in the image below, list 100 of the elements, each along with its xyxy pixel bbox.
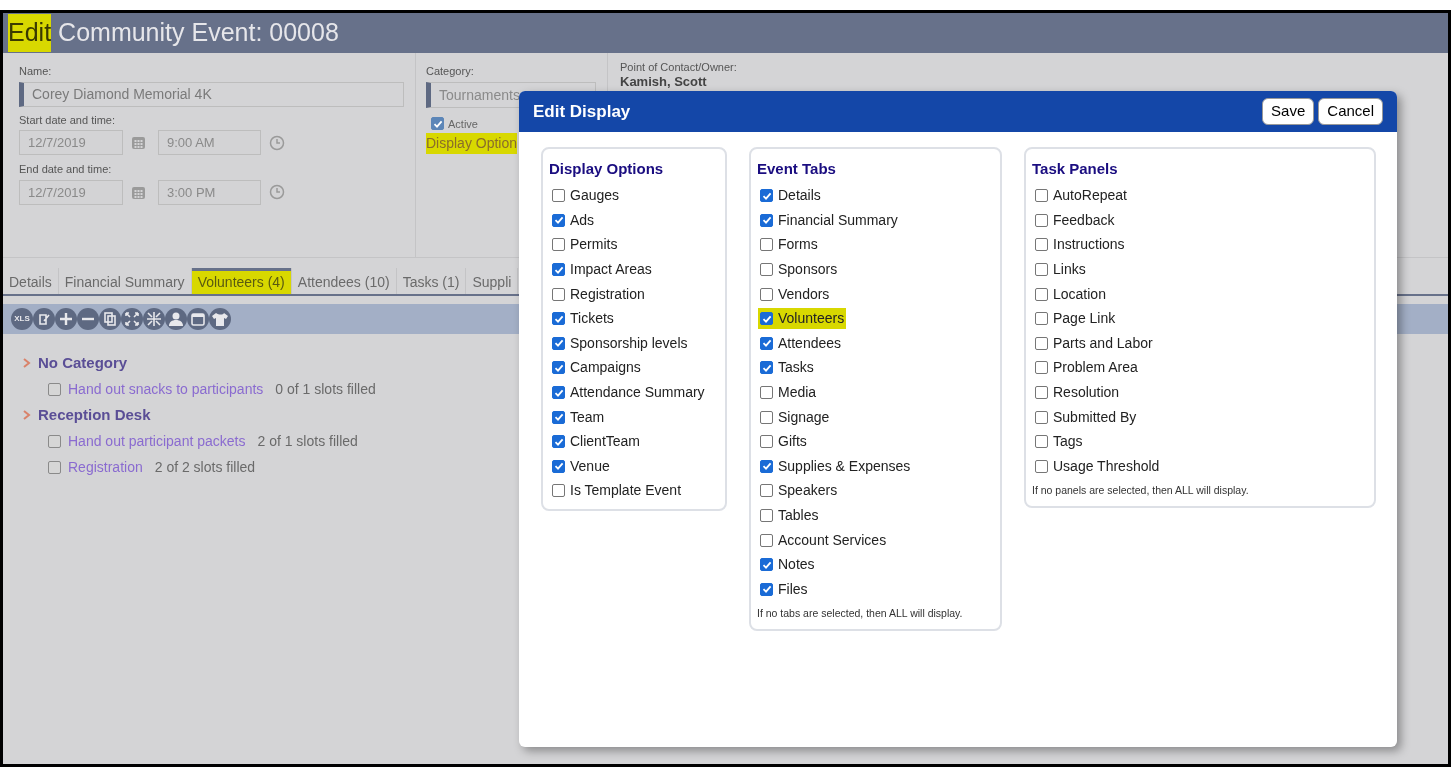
option-label: Tickets: [570, 309, 614, 329]
checkbox[interactable]: [552, 410, 565, 424]
checkbox[interactable]: [48, 460, 61, 474]
tab[interactable]: Attendees (10): [291, 268, 397, 294]
collapse-icon[interactable]: [143, 308, 165, 330]
checkbox[interactable]: [760, 287, 773, 301]
display-options-link[interactable]: Display Option: [426, 133, 518, 154]
option-label: Signage: [778, 407, 830, 427]
option-label: Impact Areas: [570, 260, 652, 280]
checkbox[interactable]: [552, 459, 565, 473]
option-label: Team: [570, 407, 605, 427]
checkbox[interactable]: [760, 558, 773, 572]
checkbox[interactable]: [760, 459, 773, 473]
checkbox[interactable]: [48, 382, 61, 396]
checkbox[interactable]: [1035, 312, 1048, 326]
tab[interactable]: Details: [3, 268, 59, 294]
cancel-button[interactable]: Cancel: [1318, 98, 1383, 125]
checkbox[interactable]: [552, 189, 565, 203]
plus-icon[interactable]: [55, 308, 77, 330]
option-label: Is Template Event: [570, 481, 682, 501]
minus-icon[interactable]: [77, 308, 99, 330]
slots-text: 2 of 1 slots filled: [257, 431, 358, 451]
checkbox[interactable]: [1035, 386, 1048, 400]
checkbox[interactable]: [552, 336, 565, 350]
date-field[interactable]: 12/7/2019: [19, 130, 123, 155]
person-icon[interactable]: [165, 308, 187, 330]
tab[interactable]: Volunteers (4): [191, 268, 292, 294]
checkbox[interactable]: [760, 484, 773, 498]
option-label: Forms: [778, 235, 818, 255]
checkbox[interactable]: [552, 287, 565, 301]
time-field[interactable]: 9:00 AM: [158, 130, 261, 155]
checkbox[interactable]: [760, 533, 773, 547]
task-link[interactable]: Hand out snacks to participants: [68, 378, 264, 400]
option-label: Location: [1053, 284, 1106, 304]
option-label: Files: [778, 579, 808, 599]
date-field[interactable]: 12/7/2019: [19, 179, 123, 205]
checkbox[interactable]: [760, 336, 773, 350]
checkbox[interactable]: [1035, 435, 1048, 449]
field-label: End date and time:: [19, 162, 113, 177]
checkbox[interactable]: [1035, 410, 1048, 424]
field-label: Name:: [19, 64, 53, 79]
slots-text: 2 of 2 slots filled: [154, 457, 256, 477]
calendar-icon[interactable]: [187, 308, 209, 330]
tab[interactable]: Financial Summary: [58, 268, 192, 294]
checkbox[interactable]: [1035, 238, 1048, 252]
checkbox[interactable]: [48, 434, 61, 448]
checkbox[interactable]: [431, 117, 444, 131]
expand-icon[interactable]: [121, 308, 143, 330]
time-field[interactable]: 3:00 PM: [158, 179, 261, 205]
checkbox[interactable]: [1035, 459, 1048, 473]
checkbox[interactable]: [760, 361, 773, 375]
checkbox[interactable]: [552, 312, 565, 326]
checkbox[interactable]: [552, 386, 565, 400]
option-label: Speakers: [778, 481, 838, 501]
checkbox[interactable]: [552, 263, 565, 277]
tab[interactable]: Suppli: [466, 268, 519, 294]
checkbox[interactable]: [1035, 287, 1048, 301]
shirt-icon[interactable]: [209, 308, 231, 330]
tab[interactable]: Tasks (1): [396, 268, 467, 294]
checkbox[interactable]: [760, 213, 773, 227]
checkbox[interactable]: [760, 386, 773, 400]
task-link[interactable]: Registration: [68, 456, 143, 478]
checkbox[interactable]: [1035, 361, 1048, 375]
checkbox[interactable]: [760, 582, 773, 596]
name-field[interactable]: Corey Diamond Memorial 4K: [19, 81, 404, 107]
checkbox[interactable]: [760, 312, 773, 326]
checkbox[interactable]: [552, 238, 565, 252]
checkbox[interactable]: [760, 435, 773, 449]
checkbox[interactable]: [760, 410, 773, 424]
contact-name: Kamish, Scott: [620, 74, 708, 89]
option-label: Registration: [570, 284, 645, 304]
category-heading: No Category: [38, 352, 128, 373]
checkbox[interactable]: [1035, 213, 1048, 227]
task-link[interactable]: Hand out participant packets: [68, 430, 246, 452]
option-label: Tasks: [778, 358, 814, 378]
checkbox[interactable]: [552, 435, 565, 449]
slots-text: 0 of 1 slots filled: [275, 379, 376, 399]
checkbox[interactable]: [552, 361, 565, 375]
checkbox[interactable]: [1035, 263, 1048, 277]
option-label: AutoRepeat: [1053, 186, 1127, 206]
checkbox[interactable]: [1035, 189, 1048, 203]
option-label: Submitted By: [1053, 407, 1137, 427]
checkbox[interactable]: [552, 484, 565, 498]
save-button[interactable]: Save: [1262, 98, 1315, 125]
option-label: Account Services: [778, 530, 887, 550]
checkbox[interactable]: [552, 213, 565, 227]
excel-export-icon[interactable]: XLS: [11, 308, 33, 330]
checkbox[interactable]: [760, 509, 773, 522]
field-label: Start date and time:: [19, 112, 116, 128]
option-label: Resolution: [1053, 383, 1120, 403]
note-text: If no panels are selected, then ALL will display.: [1032, 482, 1250, 498]
checkbox[interactable]: [760, 189, 773, 203]
checkbox[interactable]: [760, 263, 773, 277]
option-label: Venue: [570, 456, 610, 476]
copy-icon[interactable]: [99, 308, 121, 330]
option-label: Problem Area: [1053, 358, 1138, 378]
checkbox[interactable]: [1035, 336, 1048, 350]
option-label: Details: [778, 186, 821, 206]
edit-icon[interactable]: [33, 308, 55, 330]
checkbox[interactable]: [760, 238, 773, 252]
